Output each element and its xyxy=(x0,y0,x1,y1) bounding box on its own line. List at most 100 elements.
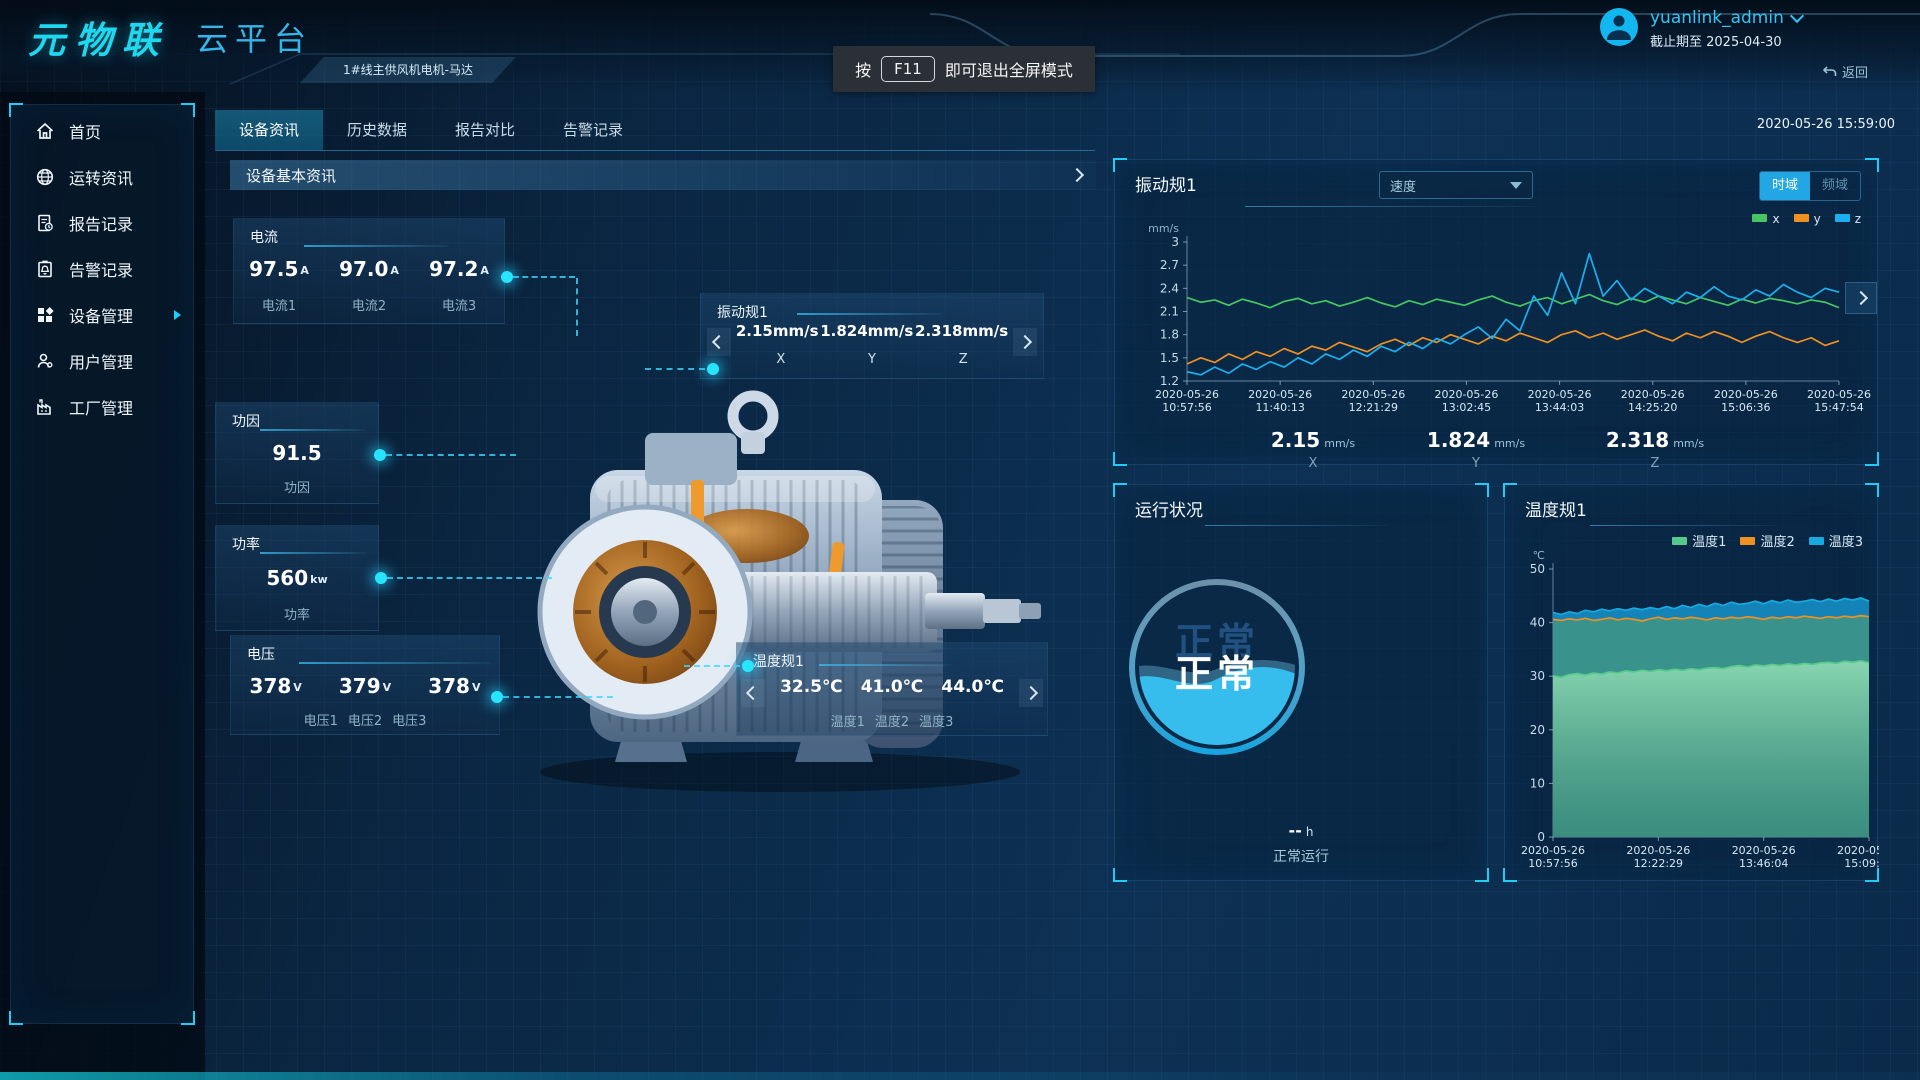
current-1-label: 电流1 xyxy=(262,295,296,314)
expand-chevron-icon[interactable] xyxy=(1070,168,1084,182)
back-label: 返回 xyxy=(1842,62,1868,81)
report-icon xyxy=(35,213,55,233)
sidebar-item-operation-info[interactable]: 运转资讯 xyxy=(11,157,193,197)
svg-text:2020-05-2610:57:56: 2020-05-2610:57:56 xyxy=(1155,388,1219,414)
power-card: 功率 560kw 功率 xyxy=(215,525,379,631)
sidebar-item-user-management[interactable]: 用户管理 xyxy=(11,341,193,381)
svg-text:2020-05-2610:57:56: 2020-05-2610:57:56 xyxy=(1521,844,1585,870)
power-factor-value: 91.5 xyxy=(272,441,321,465)
connector-line xyxy=(503,696,613,698)
legend-item-temp1: 温度1 xyxy=(1672,531,1726,550)
temperature-prev-button[interactable] xyxy=(741,679,765,707)
sidebar-item-report-records[interactable]: 报告记录 xyxy=(11,203,193,243)
power-label: 功率 xyxy=(284,604,310,623)
caret-down-icon xyxy=(1510,182,1522,189)
svg-text:2020-05-2613:46:04: 2020-05-2613:46:04 xyxy=(1732,844,1796,870)
user-gear-icon xyxy=(35,351,55,371)
temperature-3-label: 温度3 xyxy=(919,711,953,730)
svg-text:2020-05-2611:40:13: 2020-05-2611:40:13 xyxy=(1248,388,1312,414)
sidebar-item-alarm-records[interactable]: 告警记录 xyxy=(11,249,193,289)
voltage-3-label: 电压3 xyxy=(392,710,426,729)
section-header: 设备基本资讯 xyxy=(230,160,1096,190)
notice-prefix: 按 xyxy=(855,57,871,81)
connector-dot xyxy=(707,363,719,375)
power-factor-label: 功因 xyxy=(284,477,310,496)
chevron-down-icon xyxy=(1790,9,1804,23)
devices-grid-icon xyxy=(35,305,55,325)
tab-device-info[interactable]: 设备资讯 xyxy=(215,110,323,150)
f11-key-icon: F11 xyxy=(881,56,935,82)
voltage-3-value: 378V xyxy=(428,674,480,698)
temperature-next-button[interactable] xyxy=(1019,679,1043,707)
vibration-next-button[interactable] xyxy=(1013,328,1037,356)
vibration-callout-card: 振动规1 2.15mm/s 1.824mm/s 2.318mm/s X Y Z xyxy=(700,293,1044,379)
svg-text:3: 3 xyxy=(1171,235,1179,249)
voltage-2-label: 电压2 xyxy=(348,710,382,729)
chart-next-button[interactable] xyxy=(1845,282,1877,314)
svg-text:10: 10 xyxy=(1530,776,1545,790)
card-title: 振动规1 xyxy=(717,302,768,322)
user-avatar[interactable] xyxy=(1600,8,1638,46)
voltage-2-value: 379V xyxy=(339,674,391,698)
svg-text:2.7: 2.7 xyxy=(1160,258,1179,272)
voltage-1-label: 电压1 xyxy=(304,710,338,729)
temperature-1-value: 32.5℃ xyxy=(780,677,843,697)
temperature-legend: 温度1 温度2 温度3 xyxy=(1672,531,1863,550)
sidebar-item-label: 用户管理 xyxy=(69,349,133,373)
platform-title: 云平台 xyxy=(196,14,313,60)
domain-toggle: 时域 频域 xyxy=(1759,171,1861,201)
factory-icon xyxy=(35,397,55,417)
vibration-summary-y: 1.824mm/s Y xyxy=(1411,428,1541,471)
connector-dot xyxy=(491,691,503,703)
license-expiry: 截止期至 2025-04-30 xyxy=(1650,31,1782,50)
connector-line xyxy=(387,577,552,579)
temperature-3-value: 44.0℃ xyxy=(941,677,1004,697)
section-title: 设备基本资讯 xyxy=(246,165,336,186)
svg-text:1.5: 1.5 xyxy=(1160,351,1179,365)
legend-item-temp3: 温度3 xyxy=(1809,531,1863,550)
frequency-domain-button[interactable]: 频域 xyxy=(1810,172,1860,200)
svg-text:20: 20 xyxy=(1530,723,1545,737)
status-panel-title: 运行状况 xyxy=(1135,496,1203,521)
power-factor-card: 功因 91.5 功因 xyxy=(215,402,379,504)
connector-line xyxy=(513,276,575,278)
sidebar-item-home[interactable]: 首页 xyxy=(11,111,193,151)
svg-text:30: 30 xyxy=(1530,669,1545,683)
status-panel: 运行状况 正常 正常 --h 正常运行 xyxy=(1114,484,1488,881)
home-icon xyxy=(35,121,55,141)
sidebar-item-label: 工厂管理 xyxy=(69,395,133,419)
power-value: 560kw xyxy=(266,566,327,590)
connector-dot xyxy=(375,572,387,584)
connector-line xyxy=(386,454,516,456)
connector-line xyxy=(684,665,740,667)
tab-report-compare[interactable]: 报告对比 xyxy=(431,110,539,150)
sidebar-item-label: 报告记录 xyxy=(69,211,133,235)
svg-text:1.8: 1.8 xyxy=(1160,328,1179,342)
measurement-type-dropdown[interactable]: 速度 xyxy=(1379,171,1533,199)
tab-history-data[interactable]: 历史数据 xyxy=(323,110,431,150)
tab-alarm-records[interactable]: 告警记录 xyxy=(539,110,647,150)
time-domain-button[interactable]: 时域 xyxy=(1760,172,1810,200)
sidebar-item-factory-management[interactable]: 工厂管理 xyxy=(11,387,193,427)
svg-text:2020-05-2615:06:36: 2020-05-2615:06:36 xyxy=(1714,388,1778,414)
vibration-summary-z: 2.318mm/s Z xyxy=(1590,428,1720,471)
alarm-clipboard-icon xyxy=(35,259,55,279)
temperature-2-label: 温度2 xyxy=(875,711,909,730)
sidebar-item-label: 首页 xyxy=(69,119,101,143)
legend-item-temp2: 温度2 xyxy=(1740,531,1794,550)
vibration-x-value: 2.15mm/s xyxy=(736,322,819,340)
sidebar-item-label: 告警记录 xyxy=(69,257,133,281)
svg-text:2020-05-2612:22:29: 2020-05-2612:22:29 xyxy=(1626,844,1690,870)
back-button[interactable]: 返回 xyxy=(1822,62,1868,81)
connector-dot xyxy=(742,660,754,672)
return-arrow-icon xyxy=(1822,65,1837,79)
svg-text:2020-05-2613:44:03: 2020-05-2613:44:03 xyxy=(1528,388,1592,414)
current-card: 电流 97.5A 97.0A 97.2A 电流1 电流2 电流3 xyxy=(233,218,505,324)
user-menu[interactable]: yuanlink_admin xyxy=(1650,8,1802,28)
status-text: 正常 xyxy=(1175,652,1259,696)
vibration-z-value: 2.318mm/s xyxy=(915,322,1008,340)
current-2-label: 电流2 xyxy=(352,295,386,314)
sidebar-item-device-management[interactable]: 设备管理 xyxy=(11,295,193,335)
vibration-prev-button[interactable] xyxy=(707,328,731,356)
dropdown-value: 速度 xyxy=(1390,176,1416,195)
